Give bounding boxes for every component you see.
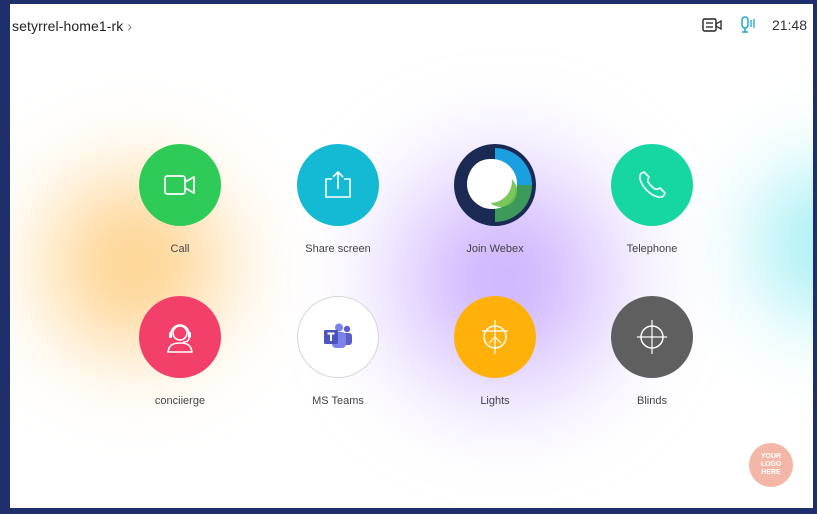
concierge-label: conciierge xyxy=(154,395,206,407)
lightbulb-icon xyxy=(482,320,508,354)
join-webex-tile[interactable]: Join Webex xyxy=(430,144,560,255)
call-tile[interactable]: Call xyxy=(115,144,245,255)
touch-panel-screen: setyrrel-home1-rk › 21:48 Call Share scr… xyxy=(0,0,817,514)
call-button[interactable] xyxy=(139,144,221,226)
blinds-label: Blinds xyxy=(637,395,667,407)
telephone-label: Telephone xyxy=(626,243,678,255)
ms-teams-button[interactable] xyxy=(297,296,379,378)
lights-button[interactable] xyxy=(454,296,536,378)
video-camera-icon xyxy=(164,175,195,195)
room-name: setyrrel-home1-rk xyxy=(12,18,124,34)
microphone-icon[interactable] xyxy=(740,16,756,34)
telephone-tile[interactable]: Telephone xyxy=(587,144,717,255)
share-screen-label: Share screen xyxy=(305,243,371,255)
room-name-button[interactable]: setyrrel-home1-rk › xyxy=(12,18,132,34)
blinds-icon xyxy=(637,320,667,354)
concierge-button[interactable] xyxy=(139,296,221,378)
phone-handset-icon xyxy=(638,171,666,199)
blinds-tile[interactable]: Blinds xyxy=(587,296,717,407)
clock: 21:48 xyxy=(771,17,807,33)
share-screen-tile[interactable]: Share screen xyxy=(273,144,403,255)
concierge-tile[interactable]: conciierge xyxy=(115,296,245,407)
telephone-button[interactable] xyxy=(611,144,693,226)
status-area: 21:48 xyxy=(702,16,807,34)
ms-teams-label: MS Teams xyxy=(312,395,364,407)
webex-logo-icon xyxy=(454,144,536,226)
logo-line: YOUR xyxy=(760,453,782,460)
ms-teams-tile[interactable]: MS Teams xyxy=(273,296,403,407)
ms-teams-icon xyxy=(324,323,352,348)
lights-tile[interactable]: Lights xyxy=(430,296,560,407)
top-bar: setyrrel-home1-rk › 21:48 xyxy=(10,4,813,44)
share-upload-icon xyxy=(325,171,351,198)
background-glow-cyan xyxy=(740,114,813,374)
lights-label: Lights xyxy=(480,395,510,407)
chevron-right-icon: › xyxy=(127,18,133,34)
logo-line: HERE xyxy=(761,469,781,476)
headset-agent-icon xyxy=(167,324,193,353)
join-webex-label: Join Webex xyxy=(466,243,524,255)
call-label: Call xyxy=(170,243,190,255)
your-logo-placeholder: YOUR LOGO HERE xyxy=(749,443,793,487)
camera-control-icon[interactable] xyxy=(702,16,722,34)
logo-line: LOGO xyxy=(760,461,782,468)
join-webex-button[interactable] xyxy=(454,144,536,226)
share-screen-button[interactable] xyxy=(297,144,379,226)
blinds-button[interactable] xyxy=(611,296,693,378)
